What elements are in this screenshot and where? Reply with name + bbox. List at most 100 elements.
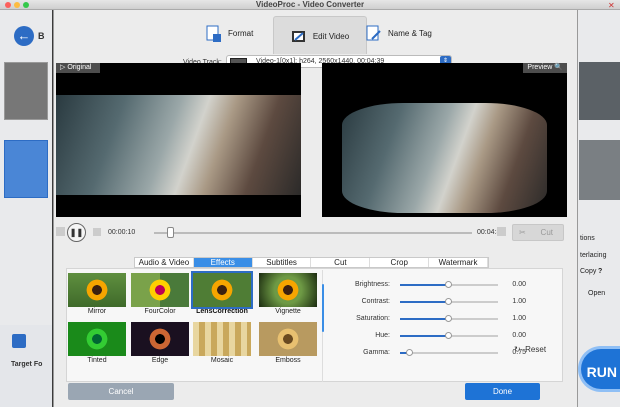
saturation-label: Saturation: <box>356 315 390 322</box>
subtab-watermark[interactable]: Watermark <box>429 258 488 267</box>
slider-track[interactable] <box>449 284 498 286</box>
slider-track[interactable] <box>449 335 498 337</box>
close-x-icon[interactable]: ✕ <box>608 1 615 10</box>
slider-knob[interactable] <box>406 349 413 356</box>
options-label[interactable]: tions <box>580 235 595 242</box>
zoom-window-icon[interactable] <box>23 2 29 8</box>
run-button[interactable]: RUN <box>578 346 620 392</box>
effects-scrollbar[interactable] <box>322 284 324 332</box>
slider-track[interactable] <box>449 318 498 320</box>
back-button[interactable]: ← <box>14 26 34 46</box>
subtab-crop[interactable]: Crop <box>370 258 430 267</box>
effect-label: Emboss <box>275 357 301 364</box>
edit-subtabs: Audio & Video Effects Subtitles Cut Crop… <box>134 257 489 268</box>
gamma-label: Gamma: <box>363 349 390 356</box>
done-button[interactable]: Done <box>465 383 540 400</box>
original-label: ▷ Original <box>56 63 100 73</box>
subtab-effects[interactable]: Effects <box>193 258 253 267</box>
cut-button[interactable]: ✂ Cut <box>512 224 564 241</box>
preview-pane: Preview 🔍 <box>322 63 567 217</box>
preview-thumbnail <box>579 140 620 200</box>
subtab-audio-video[interactable]: Audio & Video <box>135 258 194 267</box>
deinterlacing-label[interactable]: terlacing <box>580 252 606 259</box>
cut-label: Cut <box>540 228 553 237</box>
end-marker-icon[interactable] <box>497 227 506 236</box>
hue-value: 0.00 <box>512 332 526 339</box>
slider-fill <box>400 318 449 320</box>
scissors-icon: ✂ <box>519 228 526 237</box>
timeline-track[interactable] <box>154 232 472 234</box>
effect-tile-mosaic[interactable]: Mosaic <box>193 322 251 366</box>
preview-thumbnail <box>579 62 620 120</box>
brightness-value: 0.00 <box>512 281 526 288</box>
slider-fill <box>400 284 449 286</box>
window-title: VideoProc - Video Converter <box>255 0 365 9</box>
tab-edit-video[interactable]: Edit Video <box>273 16 367 54</box>
slider-track[interactable] <box>449 301 498 303</box>
slider-knob[interactable] <box>445 281 452 288</box>
close-window-icon[interactable] <box>5 2 11 8</box>
original-pane: ▷ Original <box>56 63 301 217</box>
timeline-handle[interactable] <box>167 227 174 238</box>
original-video <box>56 75 301 217</box>
effect-tile-tinted[interactable]: Tinted <box>68 322 126 366</box>
open-button[interactable]: Open <box>588 290 605 297</box>
effect-tile-edge[interactable]: Edge <box>131 322 189 366</box>
edit-video-icon <box>291 30 305 42</box>
minimize-window-icon[interactable] <box>14 2 20 8</box>
effect-tile-mirror[interactable]: Mirror <box>68 273 126 317</box>
subtab-subtitles[interactable]: Subtitles <box>253 258 312 267</box>
target-format-icon[interactable] <box>12 334 26 348</box>
effect-tile-fourcolor[interactable]: FourColor <box>131 273 189 317</box>
preview-label-text: Preview <box>527 64 553 71</box>
name-tag-icon <box>366 25 381 41</box>
saturation-value: 1.00 <box>512 315 526 322</box>
current-time: 00:00:10 <box>108 229 136 236</box>
contrast-label: Contrast: <box>361 298 390 305</box>
subtab-cut[interactable]: Cut <box>311 258 371 267</box>
preview-label[interactable]: Preview 🔍 <box>523 63 567 73</box>
tab-name-tag-label: Name & Tag <box>388 29 432 38</box>
reset-label: Reset <box>525 345 547 354</box>
video-thumbnail-selected[interactable] <box>4 140 48 198</box>
playback-controls: ❚❚ 00:00:10 00:04:39 ✂ Cut <box>54 223 579 245</box>
tab-format-label: Format <box>228 29 254 38</box>
slider-knob[interactable] <box>445 315 452 322</box>
copy-label[interactable]: Copy <box>580 268 596 275</box>
brightness-label: Brightness: <box>354 281 390 288</box>
help-icon[interactable]: ? <box>598 268 602 275</box>
tab-name-tag[interactable]: Name & Tag <box>366 14 432 54</box>
effect-label: Vignette <box>275 308 301 315</box>
reset-button[interactable]: ↻ Reset <box>514 345 546 354</box>
reset-icon: ↻ <box>514 345 521 354</box>
window-titlebar: VideoProc - Video Converter <box>0 0 620 10</box>
effect-label: FourColor <box>144 308 176 315</box>
step-icon[interactable] <box>93 228 101 236</box>
slider-knob[interactable] <box>445 332 452 339</box>
effect-label: Edge <box>151 357 169 364</box>
effect-label: LensCorrection <box>196 308 248 315</box>
pause-button[interactable]: ❚❚ <box>67 223 86 242</box>
slider-knob[interactable] <box>445 298 452 305</box>
tab-format[interactable]: Format <box>206 14 253 54</box>
contrast-value: 1.00 <box>512 298 526 305</box>
back-label: B <box>38 31 45 41</box>
tab-edit-video-label: Edit Video <box>312 32 350 41</box>
cancel-button[interactable]: Cancel <box>68 383 174 400</box>
effect-tile-emboss[interactable]: Emboss <box>259 322 317 366</box>
hue-label: Hue: <box>375 332 390 339</box>
original-label-text: Original <box>67 64 92 71</box>
effect-tile-lenscorrection[interactable]: LensCorrection <box>191 271 253 317</box>
effect-tile-vignette[interactable]: Vignette <box>259 273 317 317</box>
slider-track[interactable] <box>410 352 498 354</box>
target-format-label: Target Fo <box>11 361 43 368</box>
slider-fill <box>400 335 449 337</box>
effect-label: Mosaic <box>210 357 234 364</box>
edit-dialog: Format Edit Video Name & Tag Video Track… <box>53 10 578 407</box>
effect-label: Tinted <box>87 357 107 364</box>
format-icon <box>206 25 221 42</box>
preview-video <box>342 103 547 213</box>
stop-icon[interactable] <box>56 227 65 236</box>
video-thumbnail[interactable] <box>4 62 48 120</box>
slider-fill <box>400 301 449 303</box>
